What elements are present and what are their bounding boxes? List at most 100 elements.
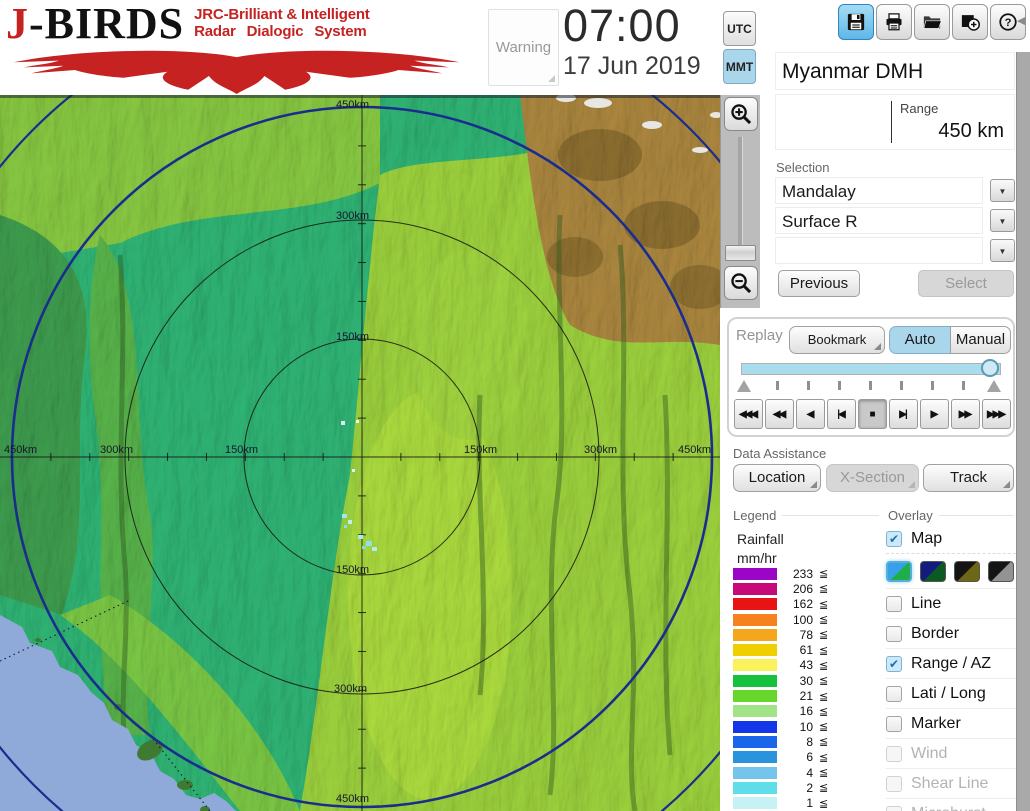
timezone-mmt-button[interactable]: MMT [723,49,756,84]
replay-slider-handle[interactable] [981,359,999,377]
slider-tick [931,381,934,390]
lte-symbol: ≦ [819,751,829,764]
zoom-out-button[interactable] [724,266,758,300]
location-button[interactable]: Location [733,464,821,492]
overlay-item-label: Wind [911,744,948,762]
legend-entry: 16 ≦ [733,704,873,719]
overlay-item-map[interactable]: ✔ Map [886,524,1016,553]
legend-swatch [733,705,777,718]
chevron-down-icon[interactable]: ▼ [990,239,1015,262]
print-button[interactable] [876,4,912,40]
fast-rewind-button[interactable]: ◀◀ [765,399,794,429]
legend-swatch [733,644,777,657]
track-button[interactable]: Track [923,464,1014,492]
overlay-item-marker[interactable]: Marker [886,708,1016,738]
radar-map[interactable]: 450km 300km 150km 450km 300km 150km 150km 300km… [0,95,720,811]
chevron-down-icon[interactable]: ▼ [990,209,1015,232]
x-section-button[interactable]: X-Section [826,464,919,492]
site-dropdown[interactable]: Mandalay [775,177,983,204]
slider-tick [807,381,810,390]
rain-echo [348,520,352,524]
checkbox[interactable]: ✔ [886,530,902,547]
overlay-item-range-az[interactable]: ✔ Range / AZ [886,648,1016,678]
overlay-item-shear-line: Shear Line [886,768,1016,798]
legend-swatch [733,628,777,641]
add-image-icon [961,15,980,31]
step-back-button[interactable]: |◀ [827,399,856,429]
overlay-item-lati-long[interactable]: Lati / Long [886,678,1016,708]
checkbox[interactable] [886,595,902,612]
checkbox[interactable] [886,745,902,762]
selection-label: Selection [776,160,830,175]
checkbox[interactable] [886,715,902,732]
range-divider [891,101,892,143]
legend-value: 206 [792,581,813,596]
overlay-item-border[interactable]: Border [886,618,1016,648]
rain-echo [356,420,359,423]
legend-entry: 1 ≦ [733,795,873,810]
play-reverse-button[interactable]: ◀ [796,399,825,429]
jump-end-button[interactable]: ▶▶▶ [982,399,1011,429]
range-start-marker[interactable] [737,380,751,392]
legend-entry: 10 ≦ [733,719,873,734]
step-forward-button[interactable]: ▶| [889,399,918,429]
legend-entry: 6 ≦ [733,750,873,765]
legend-swatch [733,735,777,748]
lte-symbol: ≦ [819,568,829,581]
rain-echo [341,421,345,425]
replay-tick-row [737,379,1009,395]
zoom-in-button[interactable] [724,97,758,131]
replay-progress-track[interactable] [741,363,1001,375]
select-button[interactable]: Select [918,270,1014,297]
range-ring-label: 300km [100,444,133,456]
auto-button[interactable]: Auto [889,326,951,354]
previous-button[interactable]: Previous [778,270,860,297]
fast-forward-button[interactable]: ▶▶ [951,399,980,429]
zoom-slider-handle[interactable] [725,245,756,261]
stop-button[interactable]: ■ [858,399,887,429]
map-style-blue-green[interactable] [886,560,912,582]
rain-echo [344,525,347,528]
timezone-utc-button[interactable]: UTC [723,11,756,46]
map-style-black-gray[interactable] [988,560,1014,582]
lte-symbol: ≦ [819,797,829,810]
product-dropdown[interactable]: Surface R [775,207,983,234]
checkbox[interactable]: ✔ [886,655,902,672]
legend-entry: 206 ≦ [733,581,873,596]
range-ring-label: 150km [336,331,369,343]
checkbox[interactable] [886,625,902,642]
map-style-navy-darkgreen[interactable] [920,560,946,582]
panel-collapse-icon[interactable]: ◀ [1017,14,1025,27]
chevron-down-icon[interactable]: ▼ [990,179,1015,202]
manual-button[interactable]: Manual [950,326,1011,354]
checkbox[interactable] [886,685,902,702]
jump-start-button[interactable]: ◀◀◀ [734,399,763,429]
range-label: Range [900,101,939,116]
add-image-button[interactable] [952,4,988,40]
clock-date: 17 Jun 2019 [563,52,701,80]
lte-symbol: ≦ [819,644,829,657]
range-end-marker[interactable] [987,380,1001,392]
site-dropdown-row: Mandalay ▼ [775,177,1015,204]
range-ring-label: 150km [336,564,369,576]
checkbox[interactable] [886,805,902,811]
play-button[interactable]: ▶ [920,399,949,429]
legend-swatch [733,690,777,703]
checkbox[interactable] [886,775,902,792]
overlay-item-label: Lati / Long [911,684,986,702]
save-button[interactable] [838,4,874,40]
map-style-black-olive[interactable] [954,560,980,582]
lte-symbol: ≦ [819,675,829,688]
option-dropdown[interactable] [775,237,983,264]
map-zoom-strip [720,95,760,308]
logo-tagline-2: Radar Dialogic System [194,23,367,40]
option-dropdown-row: ▼ [775,237,1015,264]
panel-scrollbar[interactable] [1016,52,1030,811]
warning-button[interactable]: Warning [488,9,559,86]
overlay-item-line[interactable]: Line [886,588,1016,618]
open-folder-button[interactable] [914,4,950,40]
legend-swatch [733,582,777,595]
zoom-slider-track[interactable] [738,137,743,255]
lte-symbol: ≦ [819,690,829,703]
bookmark-button[interactable]: Bookmark [789,326,885,354]
